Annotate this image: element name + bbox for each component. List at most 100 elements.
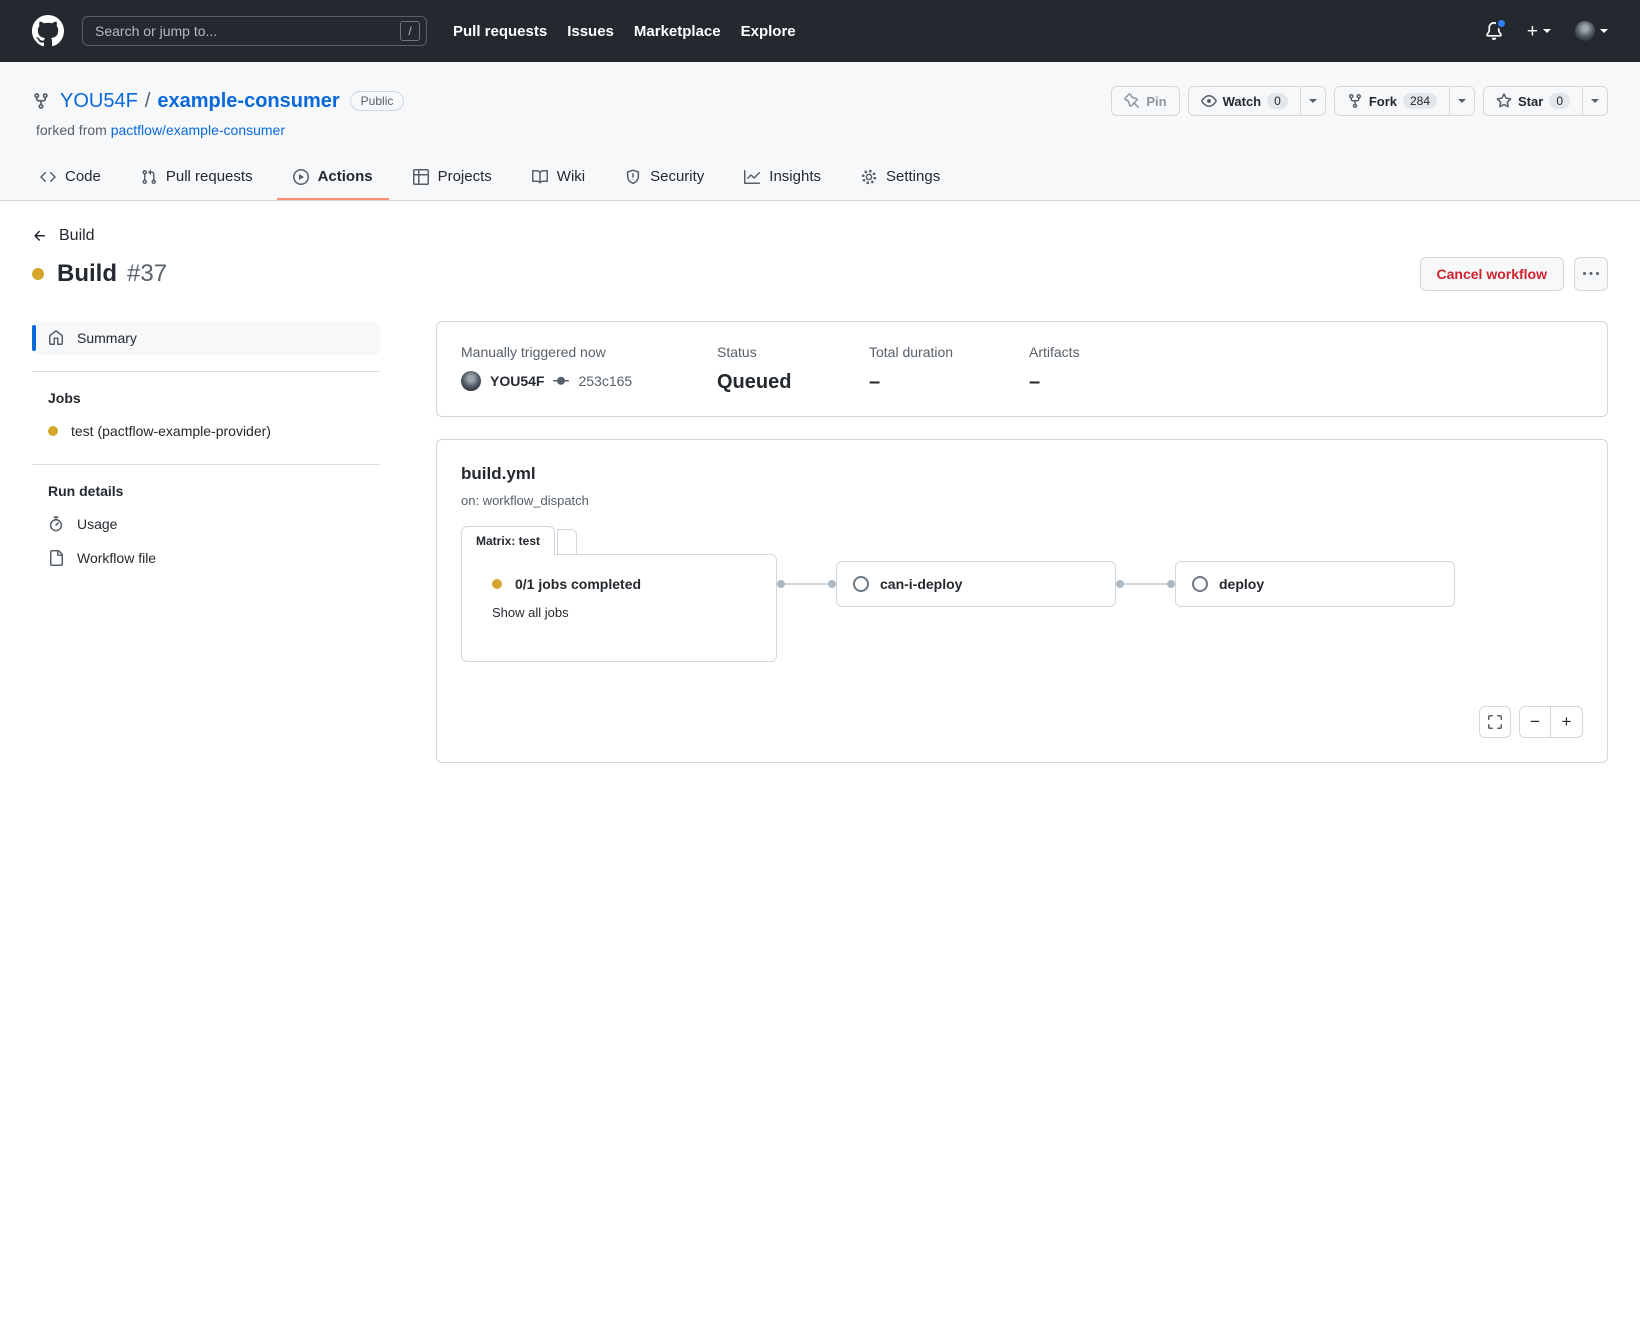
artifacts-label: Artifacts <box>1029 344 1080 360</box>
graph-icon <box>744 169 760 185</box>
matrix-progress-row: 0/1 jobs completed <box>492 576 776 592</box>
usage-label: Usage <box>77 516 117 532</box>
watch-button-group: Watch 0 <box>1188 86 1326 116</box>
run-title-row: Build #37 Cancel workflow <box>32 257 1608 291</box>
repo-name-link[interactable]: example-consumer <box>157 90 339 113</box>
unread-notifications-dot <box>1496 18 1507 29</box>
shield-icon <box>625 169 641 185</box>
nav-issues[interactable]: Issues <box>567 23 614 40</box>
search-box: / <box>82 16 427 46</box>
sidebar-item-summary[interactable]: Summary <box>32 321 380 355</box>
tab-label: Insights <box>769 168 821 185</box>
job-status-dot <box>48 426 58 436</box>
back-link[interactable]: Build <box>32 227 95 245</box>
star-button[interactable]: Star 0 <box>1483 86 1583 116</box>
tab-actions[interactable]: Actions <box>277 156 389 200</box>
tab-code[interactable]: Code <box>24 156 117 200</box>
workflow-file-name: build.yml <box>461 464 1583 484</box>
tab-projects[interactable]: Projects <box>397 156 508 200</box>
run-body: Summary Jobs test (pactflow-example-prov… <box>32 321 1608 763</box>
eye-icon <box>1201 93 1217 109</box>
fullscreen-button[interactable] <box>1479 706 1511 738</box>
run-actions: Cancel workflow <box>1420 257 1608 291</box>
topbar-right: + <box>1485 21 1608 41</box>
kebab-icon <box>1583 266 1599 282</box>
workflow-file-label: Workflow file <box>77 550 156 566</box>
workflow-graph-header: build.yml on: workflow_dispatch <box>437 440 1607 508</box>
caret-down-icon <box>1309 99 1317 107</box>
repo-forked-icon <box>32 92 50 110</box>
notifications-button[interactable] <box>1485 22 1503 40</box>
workflow-trigger: on: workflow_dispatch <box>461 493 1583 508</box>
repo-separator: / <box>145 90 151 113</box>
user-avatar <box>1575 21 1595 41</box>
show-all-jobs-link[interactable]: Show all jobs <box>492 605 569 620</box>
matrix-tab[interactable]: Matrix: test <box>461 526 555 555</box>
actor-avatar <box>461 371 481 391</box>
github-logo-icon[interactable] <box>32 15 64 47</box>
status-value: Queued <box>717 371 869 394</box>
cancel-workflow-button[interactable]: Cancel workflow <box>1420 257 1564 291</box>
workflow-graph-card: build.yml on: workflow_dispatch Matrix: … <box>436 439 1608 763</box>
pin-button[interactable]: Pin <box>1111 86 1179 116</box>
caret-down-icon <box>1458 99 1466 107</box>
zoom-controls: − + <box>1519 706 1583 738</box>
summary-label: Summary <box>77 330 137 346</box>
matrix-progress: 0/1 jobs completed <box>515 576 641 592</box>
connector-dot <box>828 580 836 588</box>
star-dropdown-button[interactable] <box>1582 86 1608 116</box>
global-nav: Pull requests Issues Marketplace Explore <box>453 23 796 40</box>
search-input[interactable] <box>82 16 427 46</box>
trigger-label: Manually triggered now <box>461 344 717 360</box>
more-options-button[interactable] <box>1574 257 1608 291</box>
repo-header: YOU54F / example-consumer Public Pin Wat… <box>0 62 1640 201</box>
artifacts-column: Artifacts – <box>1029 344 1080 394</box>
nav-explore[interactable]: Explore <box>741 23 796 40</box>
pin-icon <box>1124 93 1140 109</box>
tab-wiki[interactable]: Wiki <box>516 156 601 200</box>
tab-pull-requests[interactable]: Pull requests <box>125 156 269 200</box>
run-status-dot <box>32 268 44 280</box>
watch-dropdown-button[interactable] <box>1300 86 1326 116</box>
table-icon <box>413 169 429 185</box>
repo-tabs: Code Pull requests Actions Projects Wiki… <box>0 156 1640 200</box>
tab-security[interactable]: Security <box>609 156 720 200</box>
fork-notice-text: forked from <box>36 122 107 138</box>
tab-settings[interactable]: Settings <box>845 156 956 200</box>
fork-button[interactable]: Fork 284 <box>1334 86 1450 116</box>
repo-title-row: YOU54F / example-consumer Public Pin Wat… <box>0 86 1640 116</box>
fork-count: 284 <box>1403 93 1437 109</box>
run-main-column: Manually triggered now YOU54F 253c165 St… <box>436 321 1608 763</box>
sidebar-item-usage[interactable]: Usage <box>32 507 380 541</box>
tab-label: Pull requests <box>166 168 253 185</box>
commit-sha-link[interactable]: 253c165 <box>578 373 632 389</box>
visibility-badge: Public <box>350 91 405 111</box>
caret-down-icon <box>1591 99 1599 107</box>
fork-dropdown-button[interactable] <box>1449 86 1475 116</box>
node-deploy[interactable]: deploy <box>1175 561 1455 607</box>
create-new-button[interactable]: + <box>1527 22 1551 41</box>
fork-source-link[interactable]: pactflow/example-consumer <box>111 122 285 138</box>
tab-insights[interactable]: Insights <box>728 156 837 200</box>
user-menu-button[interactable] <box>1575 21 1608 41</box>
matrix-group: 0/1 jobs completed Show all jobs <box>461 554 777 662</box>
sidebar-job-item[interactable]: test (pactflow-example-provider) <box>32 414 380 448</box>
graph-controls: − + <box>1479 706 1583 738</box>
nav-pull-requests[interactable]: Pull requests <box>453 23 547 40</box>
watch-button[interactable]: Watch 0 <box>1188 86 1301 116</box>
node-can-i-deploy[interactable]: can-i-deploy <box>836 561 1116 607</box>
summary-section: Summary <box>32 321 380 372</box>
star-count: 0 <box>1549 93 1570 109</box>
zoom-in-button[interactable]: + <box>1551 706 1583 738</box>
repo-title: YOU54F / example-consumer <box>60 90 340 113</box>
run-number: #37 <box>127 260 167 288</box>
sidebar-item-workflow-file[interactable]: Workflow file <box>32 541 380 575</box>
fullscreen-icon <box>1487 714 1503 730</box>
repo-action-buttons: Pin Watch 0 Fork 284 <box>1111 86 1608 116</box>
repo-owner-link[interactable]: YOU54F <box>60 90 138 113</box>
nav-marketplace[interactable]: Marketplace <box>634 23 721 40</box>
zoom-out-button[interactable]: − <box>1519 706 1551 738</box>
github-logo-icon <box>32 15 64 47</box>
tab-label: Security <box>650 168 704 185</box>
run-details-section: Run details Usage Workflow file <box>32 465 380 591</box>
